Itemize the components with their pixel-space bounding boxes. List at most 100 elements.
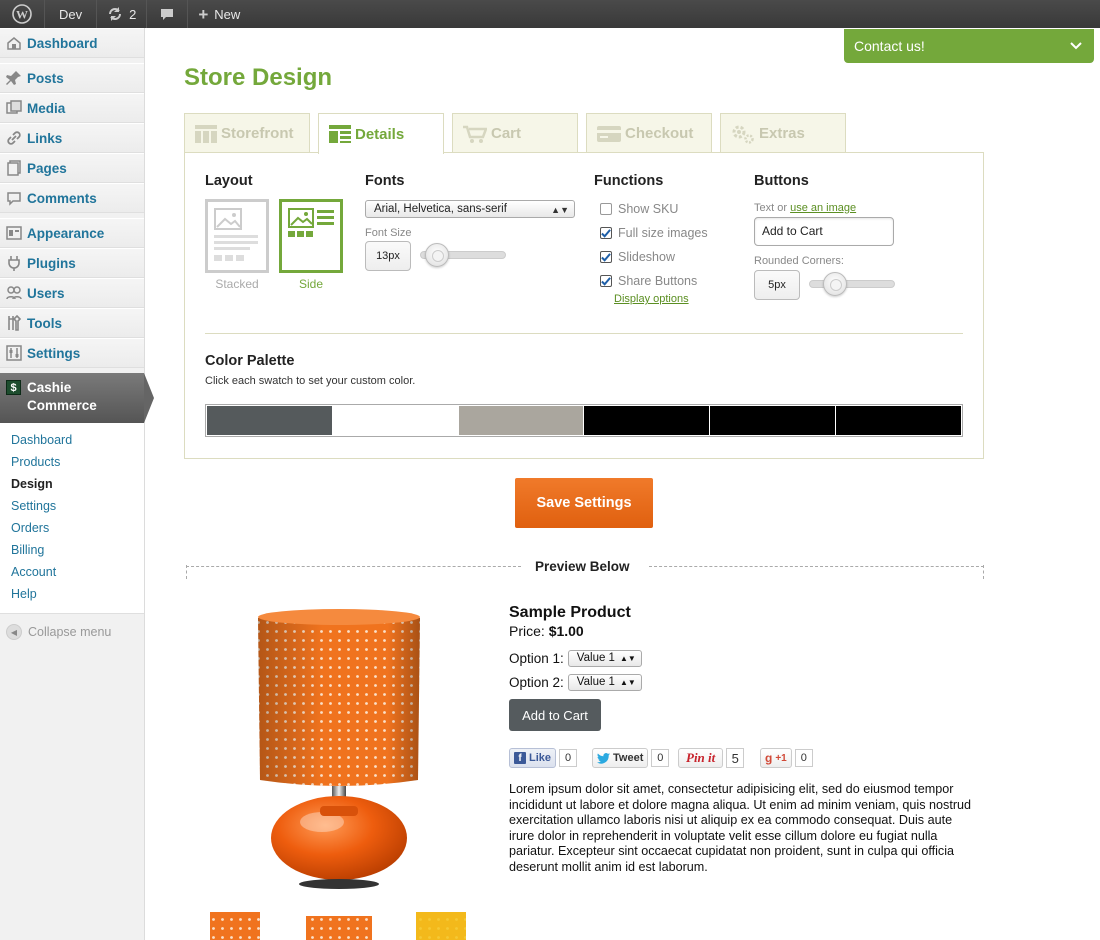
sidebar-item-dashboard[interactable]: Dashboard bbox=[0, 28, 144, 58]
tab-checkout[interactable]: Checkout bbox=[586, 113, 712, 153]
font-size-value: 13px bbox=[365, 241, 411, 271]
submenu-item-dashboard[interactable]: Dashboard bbox=[0, 429, 144, 451]
buttons-heading: Buttons bbox=[754, 173, 809, 189]
tweet-count: 0 bbox=[651, 749, 670, 767]
sidebar-item-links[interactable]: Links bbox=[0, 123, 144, 153]
color-palette-hint: Click each swatch to set your custom col… bbox=[205, 375, 416, 387]
checkbox[interactable] bbox=[600, 227, 612, 239]
rounded-corners-slider[interactable] bbox=[809, 280, 895, 288]
new-content-button[interactable]: + New bbox=[188, 0, 250, 28]
preview-label: Preview Below bbox=[535, 559, 630, 574]
sidebar-item-label: Pages bbox=[27, 160, 67, 176]
layout-stacked-option[interactable] bbox=[205, 199, 269, 273]
checkbox[interactable] bbox=[600, 203, 612, 215]
font-size-label: Font Size bbox=[365, 227, 412, 239]
sidebar-item-appearance[interactable]: Appearance bbox=[0, 218, 144, 248]
tab-extras[interactable]: Extras bbox=[720, 113, 846, 153]
option-label: Option 1: bbox=[509, 651, 564, 666]
sidebar-item-tools[interactable]: Tools bbox=[0, 308, 144, 338]
sidebar-item-label: Links bbox=[27, 130, 63, 146]
contact-us-button[interactable]: Contact us! bbox=[844, 29, 1094, 63]
color-swatch-2[interactable] bbox=[332, 406, 458, 435]
sidebar-item-pages[interactable]: Pages bbox=[0, 153, 144, 183]
tab-cart[interactable]: Cart bbox=[452, 113, 578, 153]
facebook-like-button[interactable]: f Like bbox=[509, 748, 557, 768]
comment-icon bbox=[7, 192, 21, 206]
layout-side-option[interactable] bbox=[279, 199, 343, 273]
submenu-item-orders[interactable]: Orders bbox=[0, 517, 144, 539]
function-option-full-size-images[interactable]: Full size images bbox=[600, 226, 708, 240]
font-family-value: Arial, Helvetica, sans-serif bbox=[374, 203, 507, 215]
tab-label: Details bbox=[355, 125, 405, 143]
function-label: Slideshow bbox=[618, 250, 675, 264]
color-swatch-3[interactable] bbox=[458, 406, 584, 435]
pin-icon bbox=[6, 71, 21, 85]
submenu-item-account[interactable]: Account bbox=[0, 561, 144, 583]
color-swatch-5[interactable] bbox=[710, 406, 836, 435]
option-1-select[interactable]: Value 1 ▲▼ bbox=[567, 650, 642, 667]
function-option-share-buttons[interactable]: Share Buttons bbox=[600, 274, 697, 288]
comment-bubble-icon bbox=[161, 9, 174, 20]
pin-it-button[interactable]: Pin it bbox=[678, 748, 724, 768]
tweet-button[interactable]: Tweet bbox=[592, 748, 649, 768]
tab-label: Cart bbox=[491, 125, 522, 142]
gears-icon bbox=[732, 125, 754, 144]
sidebar-item-label: Appearance bbox=[27, 225, 105, 241]
plus-one-count: 0 bbox=[794, 749, 813, 767]
font-family-select[interactable]: Arial, Helvetica, sans-serif ▲▼ bbox=[365, 200, 575, 218]
function-option-slideshow[interactable]: Slideshow bbox=[600, 250, 675, 264]
function-option-show-sku[interactable]: Show SKU bbox=[600, 202, 678, 216]
comments-button[interactable] bbox=[147, 0, 187, 28]
users-icon bbox=[6, 286, 22, 300]
layout-side-label: Side bbox=[298, 277, 324, 291]
site-name-button[interactable]: Dev bbox=[45, 0, 96, 28]
display-options-link[interactable]: Display options bbox=[614, 293, 689, 305]
functions-heading: Functions bbox=[594, 173, 664, 189]
checkbox[interactable] bbox=[600, 251, 612, 263]
submenu-item-design[interactable]: Design bbox=[0, 473, 144, 495]
font-size-slider-handle[interactable] bbox=[425, 243, 450, 267]
details-icon bbox=[329, 125, 351, 143]
color-swatch-4[interactable] bbox=[584, 406, 710, 435]
submenu-item-products[interactable]: Products bbox=[0, 451, 144, 473]
checkbox[interactable] bbox=[600, 275, 612, 287]
color-swatch-6[interactable] bbox=[836, 406, 961, 435]
option-row-1: Option 1: Value 1 ▲▼ bbox=[509, 650, 642, 667]
sidebar-item-plugins[interactable]: Plugins bbox=[0, 248, 144, 278]
google-plus-widget: g +1 0 bbox=[760, 747, 813, 769]
tab-details[interactable]: Details bbox=[318, 113, 444, 154]
tab-storefront[interactable]: Storefront bbox=[184, 113, 310, 153]
rounded-corners-value: 5px bbox=[754, 270, 800, 300]
sidebar-item-media[interactable]: Media bbox=[0, 93, 144, 123]
sidebar-item-comments[interactable]: Comments bbox=[0, 183, 144, 213]
google-plus-one-button[interactable]: g +1 bbox=[760, 748, 792, 768]
add-to-cart-button[interactable]: Add to Cart bbox=[509, 699, 601, 731]
plus-one-label: +1 bbox=[775, 752, 787, 764]
submenu-item-billing[interactable]: Billing bbox=[0, 539, 144, 561]
sidebar-item-posts[interactable]: Posts bbox=[0, 63, 144, 93]
color-swatch-1[interactable] bbox=[207, 406, 332, 435]
tab-label: Checkout bbox=[625, 125, 694, 142]
submenu-item-settings[interactable]: Settings bbox=[0, 495, 144, 517]
sidebar-item-settings[interactable]: Settings bbox=[0, 338, 144, 368]
save-settings-button[interactable]: Save Settings bbox=[515, 478, 653, 528]
product-price-line: Price: $1.00 bbox=[509, 623, 584, 639]
collapse-menu-button[interactable]: ◀ Collapse menu bbox=[0, 614, 144, 640]
rounded-corners-slider-handle[interactable] bbox=[822, 272, 847, 296]
option-value: Value 1 bbox=[576, 676, 615, 688]
plugin-icon bbox=[8, 256, 20, 271]
cashie-label-line1: Cashie bbox=[27, 380, 72, 395]
sidebar-item-users[interactable]: Users bbox=[0, 278, 144, 308]
button-text-input[interactable]: Add to Cart bbox=[754, 217, 894, 246]
wordpress-logo-button[interactable]: W bbox=[0, 0, 44, 28]
option-label: Option 2: bbox=[509, 675, 564, 690]
option-2-select[interactable]: Value 1 ▲▼ bbox=[567, 674, 642, 691]
tweet-label: Tweet bbox=[613, 752, 644, 764]
updates-button[interactable]: 2 bbox=[97, 0, 146, 28]
use-image-link[interactable]: use an image bbox=[790, 202, 856, 214]
sidebar-item-cashie-commerce[interactable]: $ Cashie Commerce bbox=[0, 373, 154, 423]
function-label: Show SKU bbox=[618, 202, 679, 216]
storefront-icon bbox=[195, 124, 217, 143]
tools-icon bbox=[8, 315, 22, 331]
submenu-item-help[interactable]: Help bbox=[0, 583, 144, 605]
